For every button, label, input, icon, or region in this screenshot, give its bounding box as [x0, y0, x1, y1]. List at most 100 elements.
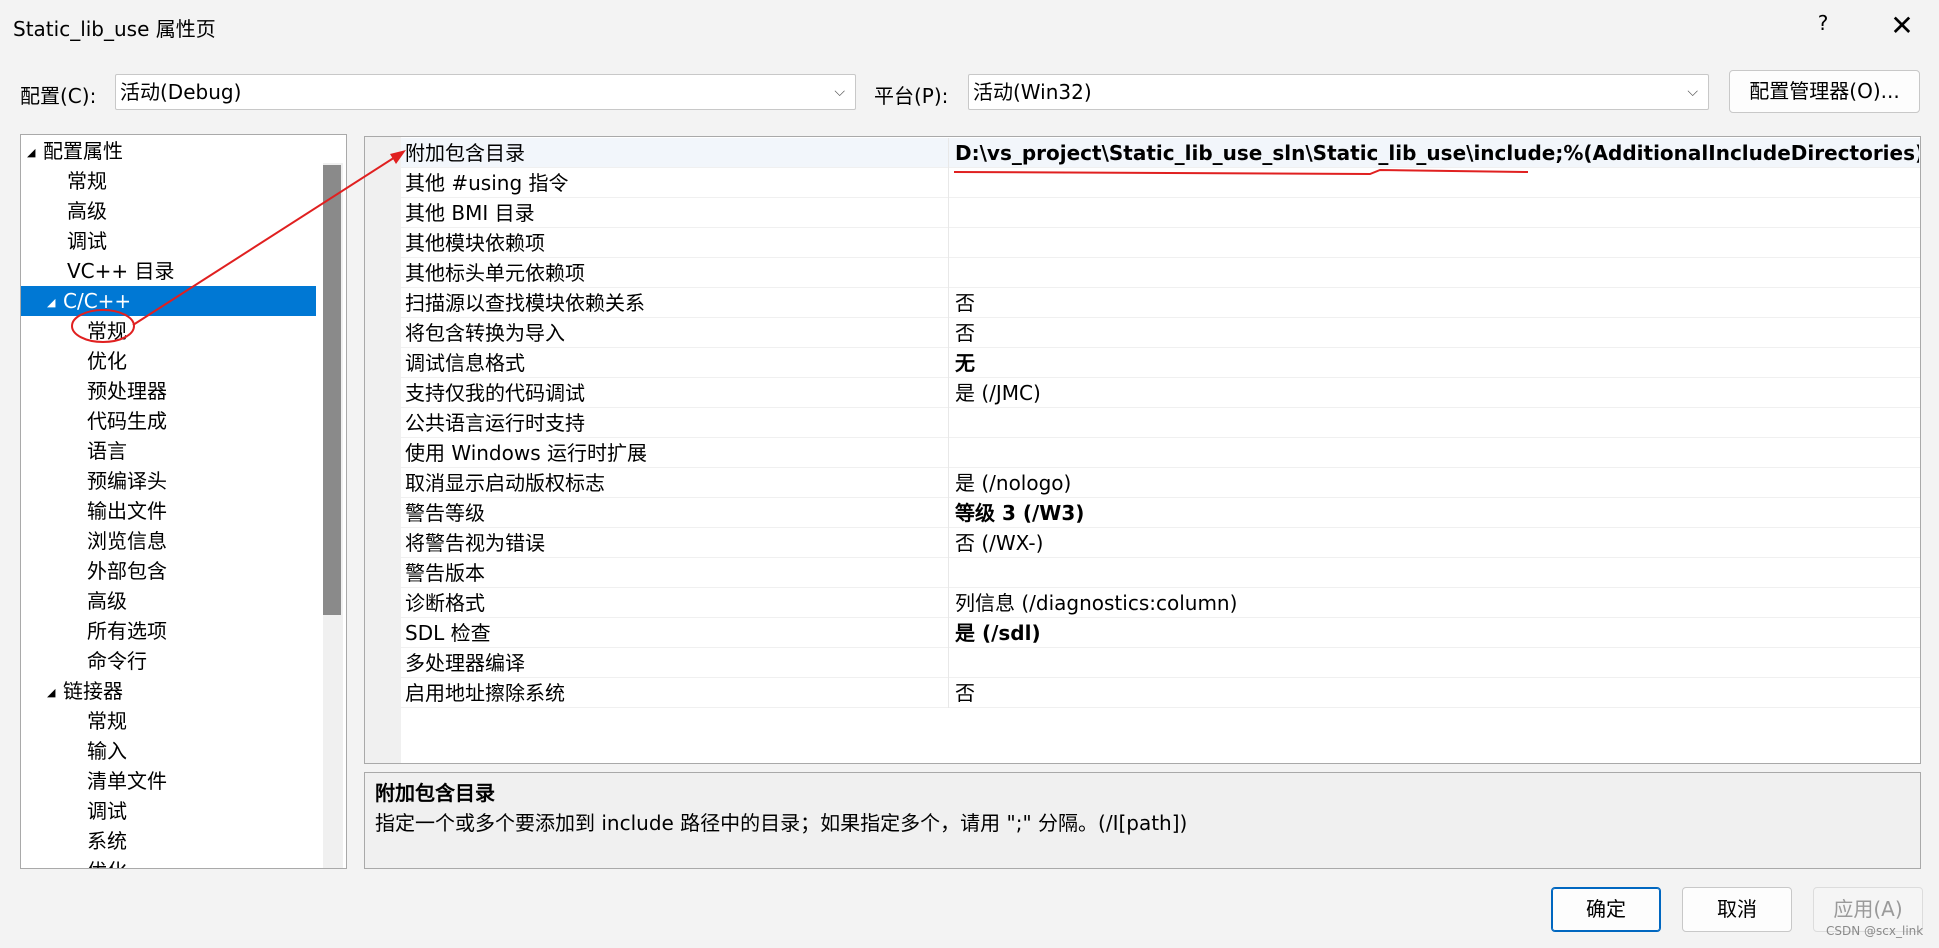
property-value[interactable]: 是 (/sdl) — [949, 618, 1919, 648]
property-value[interactable]: 列信息 (/diagnostics:column) — [949, 588, 1919, 618]
tree-item[interactable]: 所有选项 — [67, 616, 167, 646]
tree-scrollbar-thumb[interactable] — [323, 165, 341, 615]
tree-item-label: 常规 — [87, 709, 127, 733]
property-value[interactable] — [949, 408, 1919, 438]
property-row[interactable]: 多处理器编译 — [401, 648, 1920, 678]
property-value[interactable]: D:\vs_project\Static_lib_use_sln\Static_… — [949, 138, 1919, 168]
platform-combobox[interactable]: 活动(Win32) ⌵ — [968, 74, 1709, 110]
property-row[interactable]: 诊断格式 列信息 (/diagnostics:column) — [401, 588, 1920, 618]
ok-button[interactable]: 确定 — [1551, 887, 1661, 932]
property-row[interactable]: 附加包含目录 D:\vs_project\Static_lib_use_sln\S… — [401, 138, 1920, 168]
tree-item[interactable]: 外部包含 — [67, 556, 167, 586]
property-value[interactable] — [949, 438, 1919, 468]
property-name: 多处理器编译 — [401, 648, 949, 678]
chevron-down-icon: ⌵ — [1687, 84, 1698, 100]
grid-gutter — [365, 137, 401, 763]
tree-item-label: 输入 — [87, 739, 127, 763]
tree-item[interactable]: 高级 — [47, 196, 107, 226]
tree-item[interactable]: ◢ 链接器 — [47, 676, 123, 706]
tree-item[interactable]: 优化 — [67, 856, 127, 868]
tree-item[interactable]: 预编译头 — [67, 466, 167, 496]
property-row[interactable]: SDL 检查是 (/sdl) — [401, 618, 1920, 648]
property-row[interactable]: 支持仅我的代码调试是 (/JMC) — [401, 378, 1920, 408]
property-name: 调试信息格式 — [401, 348, 949, 378]
tree-item[interactable]: ◢ C/C++ — [21, 286, 316, 316]
property-name: 附加包含目录 — [401, 138, 949, 168]
tree-item[interactable]: 清单文件 — [67, 766, 167, 796]
close-button[interactable]: ✕ — [1882, 8, 1922, 44]
property-value[interactable]: 是 (/JMC) — [949, 378, 1919, 408]
property-value[interactable]: 是 (/nologo) — [949, 468, 1919, 498]
description-panel: 附加包含目录 指定一个或多个要添加到 include 路径中的目录；如果指定多个… — [364, 772, 1921, 869]
property-value[interactable]: 否 — [949, 318, 1919, 348]
tree-item-label: C/C++ — [63, 289, 132, 313]
property-name: 诊断格式 — [401, 588, 949, 618]
tree-item[interactable]: 语言 — [67, 436, 127, 466]
property-name: 将包含转换为导入 — [401, 318, 949, 348]
property-row[interactable]: 使用 Windows 运行时扩展 — [401, 438, 1920, 468]
tree-item[interactable]: 输入 — [67, 736, 127, 766]
window-title: Static_lib_use 属性页 — [13, 17, 216, 41]
config-manager-button[interactable]: 配置管理器(O)... — [1729, 70, 1920, 113]
property-value[interactable]: 等级 3 (/W3) — [949, 498, 1919, 528]
tree-item[interactable]: 命令行 — [67, 646, 147, 676]
property-row[interactable]: 调试信息格式无 — [401, 348, 1920, 378]
config-combobox[interactable]: 活动(Debug) ⌵ — [115, 74, 856, 110]
tree-item[interactable]: 常规 — [67, 706, 127, 736]
property-name: 使用 Windows 运行时扩展 — [401, 438, 949, 468]
tree-item[interactable]: 输出文件 — [67, 496, 167, 526]
expand-triangle-icon[interactable]: ◢ — [27, 138, 43, 168]
property-row[interactable]: 其他模块依赖项 — [401, 228, 1920, 258]
property-row[interactable]: 将警告视为错误否 (/WX-) — [401, 528, 1920, 558]
property-name: 其他模块依赖项 — [401, 228, 949, 258]
tree-item-label: 外部包含 — [87, 559, 167, 583]
title-bar: Static_lib_use 属性页 ? ✕ — [0, 0, 1939, 52]
property-value[interactable]: 否 (/WX-) — [949, 528, 1919, 558]
property-row[interactable]: 将包含转换为导入否 — [401, 318, 1920, 348]
expand-triangle-icon[interactable]: ◢ — [47, 678, 63, 708]
property-row[interactable]: 警告等级 等级 3 (/W3) — [401, 498, 1920, 528]
tree-item[interactable]: 优化 — [67, 346, 127, 376]
property-value[interactable]: 否 — [949, 678, 1919, 708]
watermark: CSDN @scx_link — [1826, 924, 1924, 938]
property-row[interactable]: 其他标头单元依赖项 — [401, 258, 1920, 288]
tree-item[interactable]: 代码生成 — [67, 406, 167, 436]
expand-triangle-icon[interactable]: ◢ — [47, 288, 63, 318]
property-row[interactable]: 其他 BMI 目录 — [401, 198, 1920, 228]
property-value[interactable] — [949, 228, 1919, 258]
tree-item[interactable]: 高级 — [67, 586, 127, 616]
property-row[interactable]: 其他 #using 指令 — [401, 168, 1920, 198]
tree-item[interactable]: VC++ 目录 — [47, 256, 175, 286]
property-value[interactable] — [949, 558, 1919, 588]
property-row[interactable]: 扫描源以查找模块依赖关系否 — [401, 288, 1920, 318]
property-value[interactable] — [949, 648, 1919, 678]
tree-item[interactable]: 常规 — [67, 316, 127, 346]
property-value[interactable]: 无 — [949, 348, 1919, 378]
tree-item[interactable]: 预处理器 — [67, 376, 167, 406]
tree-item-label: 命令行 — [87, 649, 147, 673]
property-value[interactable] — [949, 258, 1919, 288]
property-name: 其他标头单元依赖项 — [401, 258, 949, 288]
help-button[interactable]: ? — [1808, 11, 1838, 41]
tree-item[interactable]: 浏览信息 — [67, 526, 167, 556]
tree-item[interactable]: 调试 — [67, 796, 127, 826]
tree-item-label: 输出文件 — [87, 499, 167, 523]
property-name: 警告等级 — [401, 498, 949, 528]
property-row[interactable]: 警告版本 — [401, 558, 1920, 588]
tree-item[interactable]: 系统 — [67, 826, 127, 856]
property-value[interactable]: 否 — [949, 288, 1919, 318]
property-value[interactable] — [949, 168, 1919, 198]
property-name: SDL 检查 — [401, 618, 949, 648]
cancel-button[interactable]: 取消 — [1682, 887, 1792, 932]
property-row[interactable]: 取消显示启动版权标志是 (/nologo) — [401, 468, 1920, 498]
property-value[interactable] — [949, 198, 1919, 228]
platform-label: 平台(P): — [874, 84, 949, 108]
tree-item-label: 浏览信息 — [87, 529, 167, 553]
tree-item[interactable]: 调试 — [47, 226, 107, 256]
tree-item[interactable]: ◢ 配置属性 — [27, 136, 123, 166]
property-row[interactable]: 公共语言运行时支持 — [401, 408, 1920, 438]
property-name: 警告版本 — [401, 558, 949, 588]
tree-item-label: 语言 — [87, 439, 127, 463]
tree-item[interactable]: 常规 — [47, 166, 107, 196]
property-row[interactable]: 启用地址擦除系统否 — [401, 678, 1920, 708]
